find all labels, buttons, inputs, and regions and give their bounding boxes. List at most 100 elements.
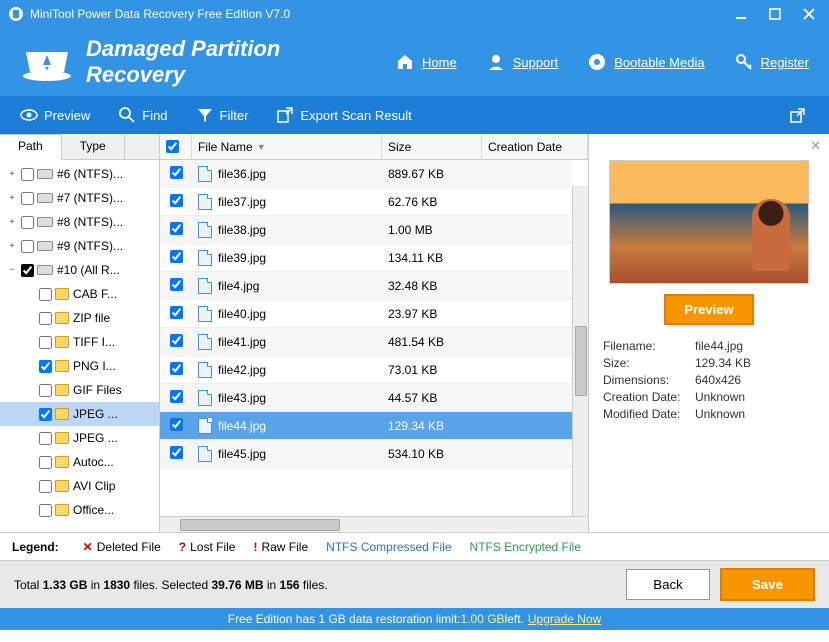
question-icon: ? — [179, 540, 186, 554]
close-preview-button[interactable]: ✕ — [810, 138, 821, 154]
tree-row[interactable]: AVI Clip — [0, 474, 159, 498]
header-creation-date[interactable]: Creation Date — [482, 134, 588, 159]
tree-checkbox[interactable] — [39, 456, 52, 469]
tree-checkbox[interactable] — [21, 216, 34, 229]
tree-row[interactable]: +#8 (NTFS)... — [0, 210, 159, 234]
row-checkbox[interactable] — [170, 166, 183, 179]
scrollbar-thumb[interactable] — [180, 519, 340, 531]
tree-checkbox[interactable] — [39, 288, 52, 301]
nav-bootable-media[interactable]: Bootable Media — [586, 51, 704, 73]
file-row[interactable]: file42.jpg73.01 KB — [160, 356, 572, 384]
tree-expander[interactable]: + — [6, 169, 18, 179]
file-row[interactable]: file44.jpg129.34 KB — [160, 412, 572, 440]
tree-expander[interactable]: + — [6, 217, 18, 227]
tab-path[interactable]: Path — [0, 134, 62, 160]
tree-row[interactable]: JPEG ... — [0, 402, 159, 426]
tree-row[interactable]: TIFF I... — [0, 330, 159, 354]
file-row[interactable]: file39.jpg134.11 KB — [160, 244, 572, 272]
row-checkbox[interactable] — [170, 362, 183, 375]
preview-button[interactable]: Preview — [664, 294, 753, 325]
row-checkbox[interactable] — [170, 334, 183, 347]
close-button[interactable] — [797, 2, 821, 26]
tree-label: #6 (NTFS)... — [57, 167, 123, 181]
tree-row[interactable]: Autoc... — [0, 450, 159, 474]
toolbar-preview[interactable]: Preview — [20, 106, 90, 124]
toolbar-share[interactable] — [787, 104, 809, 126]
tree-row[interactable]: ZIP file — [0, 306, 159, 330]
folder-icon — [55, 336, 69, 348]
tree-checkbox[interactable] — [21, 192, 34, 205]
key-icon — [733, 51, 755, 73]
row-checkbox[interactable] — [170, 222, 183, 235]
file-row[interactable]: file36.jpg889.67 KB — [160, 160, 572, 188]
tree-checkbox[interactable] — [39, 432, 52, 445]
row-checkbox[interactable] — [170, 250, 183, 263]
tree-row[interactable]: PNG I... — [0, 354, 159, 378]
scrollbar-thumb[interactable] — [575, 326, 587, 396]
tree-checkbox[interactable] — [21, 240, 34, 253]
tree-row[interactable]: +#9 (NTFS)... — [0, 234, 159, 258]
vertical-scrollbar[interactable] — [572, 186, 588, 516]
legend-deleted: ✕Deleted File — [83, 540, 161, 554]
nav-support[interactable]: Support — [485, 51, 559, 73]
tree-row[interactable]: +#7 (NTFS)... — [0, 186, 159, 210]
tree-checkbox[interactable] — [21, 264, 34, 277]
tree-checkbox[interactable] — [39, 384, 52, 397]
toolbar-export[interactable]: Export Scan Result — [276, 106, 411, 124]
row-checkbox[interactable] — [170, 278, 183, 291]
header-checkbox-cell[interactable] — [160, 134, 192, 159]
file-row[interactable]: file40.jpg23.97 KB — [160, 300, 572, 328]
file-icon — [198, 390, 212, 406]
file-row[interactable]: file38.jpg1.00 MB — [160, 216, 572, 244]
exclaim-icon: ! — [253, 540, 257, 554]
file-row[interactable]: file45.jpg534.10 KB — [160, 440, 572, 468]
tree-expander[interactable]: − — [6, 265, 18, 275]
grid-body[interactable]: file36.jpg889.67 KBfile37.jpg62.76 KBfil… — [160, 160, 572, 516]
tree-checkbox[interactable] — [39, 408, 52, 421]
file-row[interactable]: file41.jpg481.54 KB — [160, 328, 572, 356]
tree-row[interactable]: Office... — [0, 498, 159, 522]
row-checkbox[interactable] — [170, 446, 183, 459]
tree-label: ZIP file — [73, 311, 110, 325]
tab-type[interactable]: Type — [62, 134, 125, 160]
row-checkbox[interactable] — [170, 390, 183, 403]
file-size: 23.97 KB — [382, 307, 482, 321]
toolbar-filter[interactable]: Filter — [196, 106, 249, 124]
tree-checkbox[interactable] — [39, 312, 52, 325]
tree-expander[interactable]: + — [6, 241, 18, 251]
tree-checkbox[interactable] — [39, 480, 52, 493]
row-checkbox[interactable] — [170, 194, 183, 207]
horizontal-scrollbar[interactable] — [160, 516, 588, 532]
tree-row[interactable]: CAB F... — [0, 282, 159, 306]
file-row[interactable]: file37.jpg62.76 KB — [160, 188, 572, 216]
file-row[interactable]: file4.jpg32.48 KB — [160, 272, 572, 300]
header-size[interactable]: Size — [382, 134, 482, 159]
tree-row[interactable]: + #6 (NTFS)... — [0, 162, 159, 186]
maximize-button[interactable] — [763, 2, 787, 26]
header-filename[interactable]: File Name▼ — [192, 134, 382, 159]
tree-checkbox[interactable] — [39, 336, 52, 349]
tree-row[interactable]: JPEG ... — [0, 426, 159, 450]
nav-home[interactable]: Home — [394, 51, 457, 73]
save-button[interactable]: Save — [720, 568, 815, 601]
tree-checkbox[interactable] — [21, 168, 34, 181]
minimize-button[interactable] — [729, 2, 753, 26]
tree-checkbox[interactable] — [39, 360, 52, 373]
header-checkbox[interactable] — [166, 140, 179, 153]
row-checkbox[interactable] — [170, 306, 183, 319]
tree-expander[interactable]: + — [6, 193, 18, 203]
file-row[interactable]: file43.jpg44.57 KB — [160, 384, 572, 412]
upgrade-link[interactable]: Upgrade Now — [528, 612, 601, 626]
back-button[interactable]: Back — [626, 569, 710, 600]
meta-filename: Filename:file44.jpg — [603, 339, 815, 353]
file-icon — [198, 194, 212, 210]
tree[interactable]: +#6 (NTFS)...+#7 (NTFS)...+#8 (NTFS)...+… — [0, 160, 159, 532]
tree-checkbox[interactable] — [39, 504, 52, 517]
nav-label: Support — [513, 55, 559, 70]
tree-row[interactable]: −#10 (All R... — [0, 258, 159, 282]
row-checkbox[interactable] — [170, 418, 183, 431]
folder-icon — [55, 360, 69, 372]
nav-register[interactable]: Register — [733, 51, 809, 73]
toolbar-find[interactable]: Find — [118, 106, 167, 124]
tree-row[interactable]: GIF Files — [0, 378, 159, 402]
